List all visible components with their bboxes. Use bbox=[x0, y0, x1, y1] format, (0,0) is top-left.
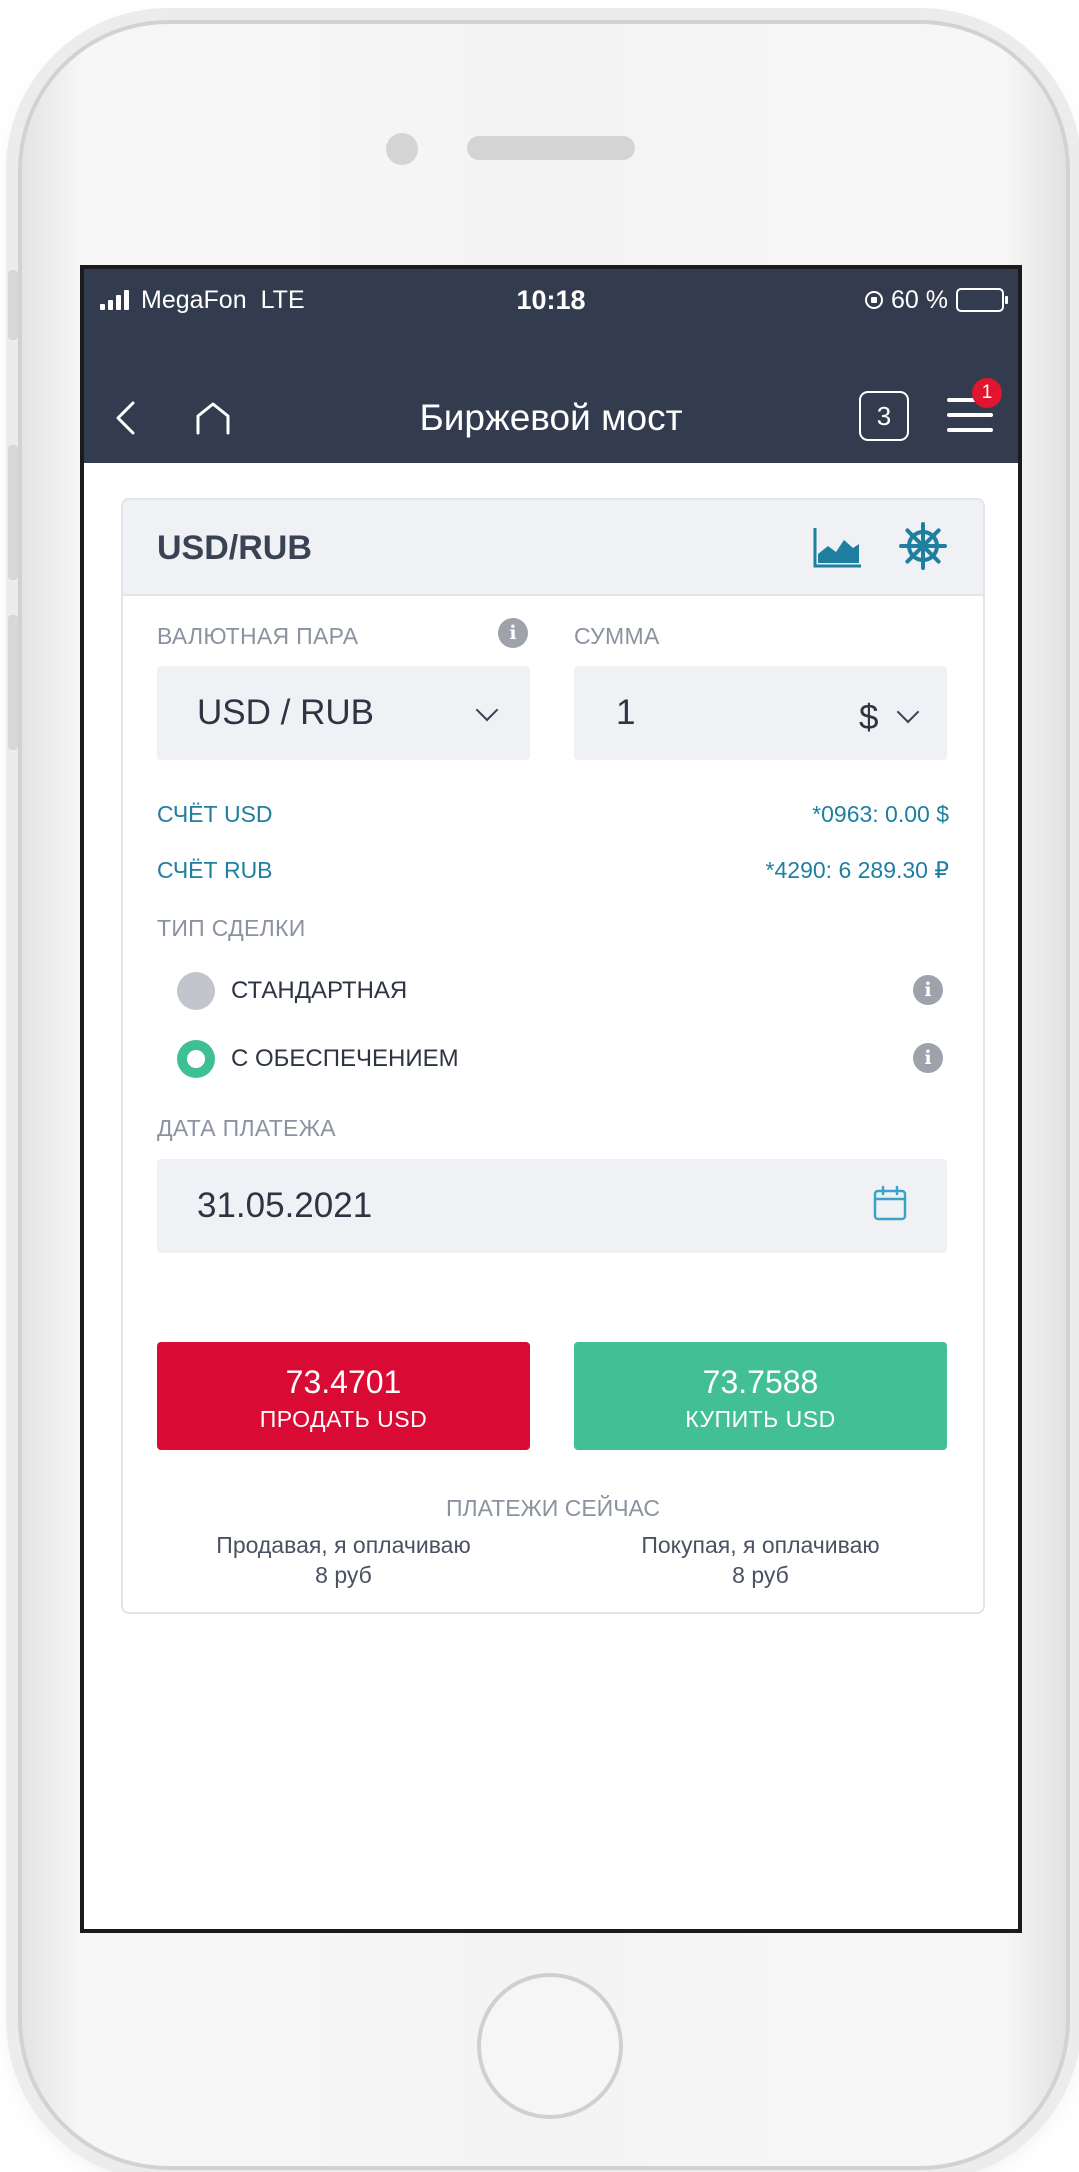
radio-standard[interactable] bbox=[177, 972, 215, 1010]
buy-payment-info: Покупая, я оплачиваю 8 руб bbox=[574, 1530, 947, 1590]
top-bar: MegaFon LTE 10:18 60 % Биржевой мост 3 1 bbox=[84, 269, 1018, 463]
buy-payment-text: Покупая, я оплачиваю bbox=[641, 1532, 880, 1558]
sell-payment-amount: 8 руб bbox=[315, 1562, 372, 1588]
buy-price: 73.7588 bbox=[702, 1364, 819, 1400]
front-camera bbox=[386, 133, 418, 165]
info-icon[interactable]: i bbox=[498, 618, 528, 648]
battery-icon bbox=[956, 288, 1008, 312]
chevron-down-icon bbox=[475, 698, 499, 722]
ship-wheel-icon bbox=[899, 522, 947, 570]
info-icon[interactable]: i bbox=[913, 1043, 943, 1073]
payment-date-field[interactable]: 31.05.2021 bbox=[157, 1159, 947, 1253]
payment-date-label: ДАТА ПЛАТЕЖА bbox=[157, 1115, 336, 1141]
buy-payment-amount: 8 руб bbox=[732, 1562, 789, 1588]
counter-button[interactable]: 3 bbox=[859, 391, 909, 441]
radio-standard-label[interactable]: СТАНДАРТНАЯ bbox=[231, 976, 407, 1006]
card-header: USD/RUB bbox=[123, 500, 983, 596]
account-rub-value: *4290: 6 289.30 ₽ bbox=[765, 857, 949, 883]
radio-collateral-label[interactable]: С ОБЕСПЕЧЕНИЕМ bbox=[231, 1044, 459, 1074]
payment-date-value: 31.05.2021 bbox=[197, 1186, 373, 1225]
battery-percent: 60 % bbox=[891, 285, 948, 314]
buy-caption: КУПИТЬ USD bbox=[685, 1406, 836, 1432]
sell-payment-info: Продавая, я оплачиваю 8 руб bbox=[157, 1530, 530, 1590]
earpiece-speaker bbox=[467, 136, 635, 160]
sell-payment-text: Продавая, я оплачиваю bbox=[216, 1532, 471, 1558]
amount-field[interactable]: 1 $ bbox=[574, 666, 947, 760]
buy-button[interactable]: 73.7588 КУПИТЬ USD bbox=[574, 1342, 947, 1450]
account-rub-label: СЧЁТ RUB bbox=[157, 857, 273, 883]
account-usd-value: *0963: 0.00 $ bbox=[812, 801, 949, 827]
status-right: 60 % bbox=[865, 283, 1008, 317]
currency-pair-select[interactable]: USD / RUB bbox=[157, 666, 530, 760]
info-icon[interactable]: i bbox=[913, 975, 943, 1005]
sell-caption: ПРОДАТЬ USD bbox=[259, 1406, 428, 1432]
chart-button[interactable] bbox=[811, 524, 863, 570]
phone-screen: MegaFon LTE 10:18 60 % Биржевой мост 3 1… bbox=[80, 265, 1022, 1933]
currency-pair-label: ВАЛЮТНАЯ ПАРА bbox=[157, 623, 359, 649]
volume-up-button bbox=[8, 445, 18, 580]
chevron-down-icon[interactable] bbox=[896, 700, 920, 724]
exchange-card: USD/RUB ВАЛЮТНАЯ ПАРА i СУММА USD / RUB … bbox=[121, 498, 985, 1614]
card-title: USD/RUB bbox=[157, 529, 312, 567]
home-button[interactable] bbox=[477, 1973, 623, 2119]
volume-down-button bbox=[8, 615, 18, 750]
amount-input[interactable]: 1 bbox=[616, 693, 635, 733]
radio-collateral[interactable] bbox=[177, 1040, 215, 1078]
notification-badge: 1 bbox=[972, 378, 1002, 408]
orientation-lock-icon bbox=[865, 291, 884, 309]
mute-switch bbox=[8, 270, 18, 340]
deal-type-label: ТИП СДЕЛКИ bbox=[157, 915, 306, 941]
calendar-icon[interactable] bbox=[873, 1185, 907, 1221]
payments-title: ПЛАТЕЖИ СЕЙЧАС bbox=[446, 1495, 660, 1521]
currency-pair-value: USD / RUB bbox=[197, 693, 374, 732]
area-chart-icon bbox=[813, 528, 861, 568]
currency-symbol: $ bbox=[859, 698, 879, 737]
sell-price: 73.4701 bbox=[285, 1364, 402, 1400]
account-usd-label: СЧЁТ USD bbox=[157, 801, 273, 827]
sell-button[interactable]: 73.4701 ПРОДАТЬ USD bbox=[157, 1342, 530, 1450]
amount-label: СУММА bbox=[574, 623, 660, 649]
settings-button[interactable] bbox=[899, 522, 947, 570]
